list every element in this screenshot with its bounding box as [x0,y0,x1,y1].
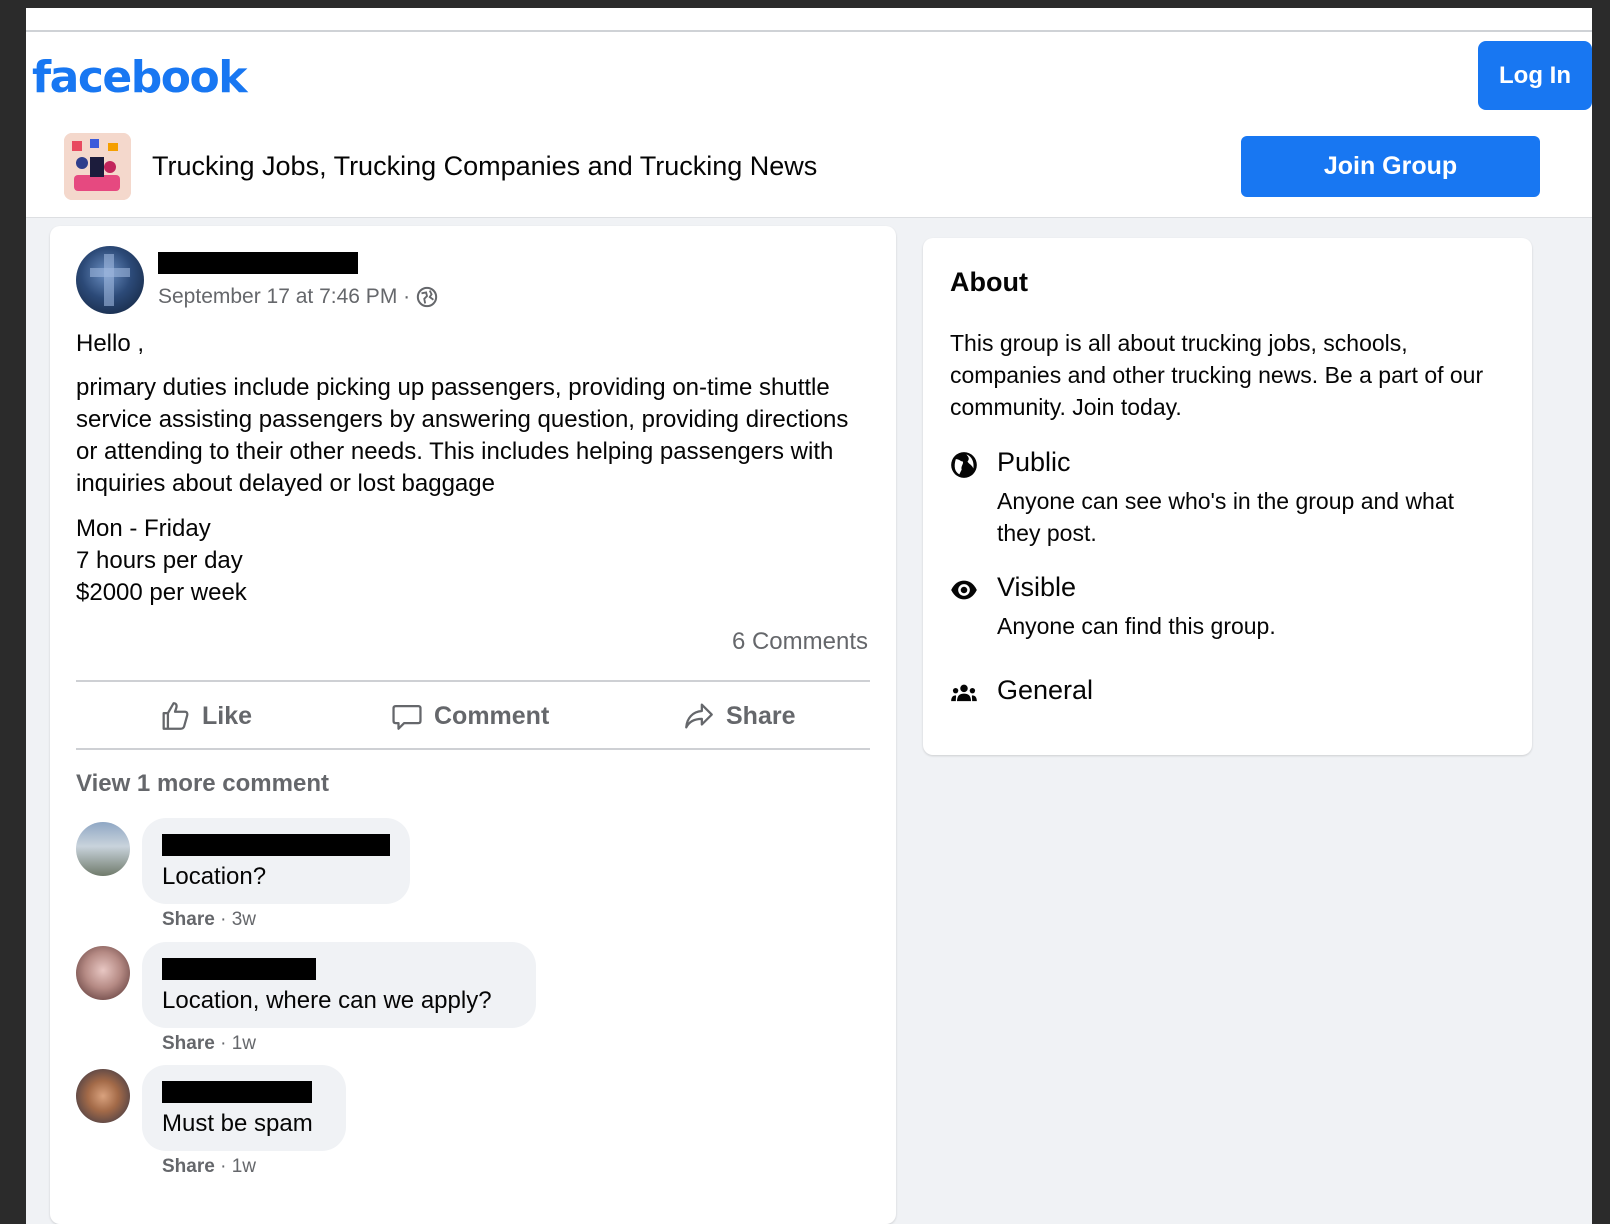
privacy-description: Anyone can see who's in the group and wh… [997,488,1455,546]
comment-button[interactable]: Comment [390,696,549,736]
redacted-commenter-name [162,834,390,856]
comment-label: Comment [434,701,550,730]
visibility-label: Visible [997,572,1077,602]
login-button[interactable]: Log In [1478,41,1592,110]
about-title: About [950,267,1028,297]
post-pay: $2000 per week [76,579,247,606]
post-schedule-hours: 7 hours per day [76,547,243,574]
commenter-avatar[interactable] [76,946,130,1000]
privacy-label: Public [997,447,1071,477]
comment-share-link[interactable]: Share [162,909,215,930]
like-label: Like [202,701,253,730]
group-cover-thumbnail[interactable] [64,133,131,200]
group-name[interactable]: Trucking Jobs, Trucking Companies and Tr… [152,151,817,182]
comment-icon [390,699,424,733]
post-card: September 17 at 7:46 PM · Hello , primar… [50,226,896,1224]
comment-age: · 3w [220,909,256,930]
divider [76,748,870,750]
divider [76,680,870,682]
redacted-commenter-name [162,1081,312,1103]
about-description: This group is all about trucking jobs, s… [950,330,1484,420]
comment-bubble: Must be spam [142,1065,346,1151]
comment-share-link[interactable]: Share [162,1156,215,1177]
comment-bubble: Location? [142,818,410,904]
category-label: General [997,675,1094,705]
post-author-avatar[interactable] [76,246,144,314]
comment-share-link[interactable]: Share [162,1033,215,1054]
comment-text: Must be spam [162,1110,313,1137]
comments-count-link[interactable]: 6 Comments [732,628,868,656]
browser-frame: facebook Log In Trucking Jobs, Trucking … [26,8,1592,1224]
post-greeting: Hello , [76,330,145,357]
comment-age: · 1w [220,1156,256,1177]
comment-age: · 1w [220,1033,256,1054]
facebook-logo[interactable]: facebook [32,52,247,103]
share-label: Share [726,701,796,730]
comment-meta: Share · 3w [162,909,256,931]
visibility-description: Anyone can find this group. [997,613,1276,639]
comment-meta: Share · 1w [162,1156,256,1178]
comment-meta: Share · 1w [162,1033,256,1055]
comment-text: Location? [162,863,267,890]
share-arrow-icon [682,699,716,733]
post-body: primary duties include picking up passen… [76,374,849,497]
comment-text: Location, where can we apply? [162,987,492,1014]
thumbs-up-icon [158,699,192,733]
redacted-commenter-name [162,958,316,980]
comment-bubble: Location, where can we apply? [142,942,536,1028]
share-button[interactable]: Share [682,696,795,736]
about-card: About This group is all about trucking j… [923,238,1532,755]
globe-icon [950,451,978,479]
people-icon [950,679,978,707]
post-schedule-days: Mon - Friday [76,515,211,542]
globe-icon [416,286,438,308]
redacted-author-name [158,252,358,274]
top-navigation-bar: facebook Log In [26,8,1592,123]
like-button[interactable]: Like [158,696,252,736]
divider [26,30,1592,32]
commenter-avatar[interactable] [76,822,130,876]
group-header: Trucking Jobs, Trucking Companies and Tr… [26,111,1592,218]
eye-icon [950,576,978,604]
view-more-comments-link[interactable]: View 1 more comment [76,770,329,798]
join-group-button[interactable]: Join Group [1241,136,1540,197]
commenter-avatar[interactable] [76,1069,130,1123]
post-timestamp[interactable]: September 17 at 7:46 PM · [158,285,410,309]
post-meta: September 17 at 7:46 PM · [158,285,438,309]
